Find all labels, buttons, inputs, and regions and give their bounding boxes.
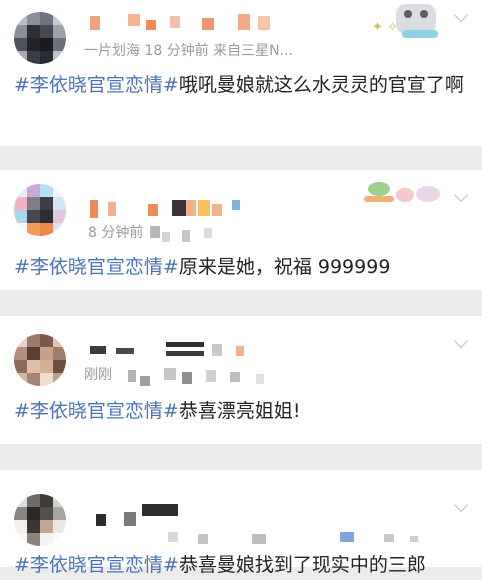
chevron-down-icon[interactable] bbox=[453, 7, 469, 23]
post-card[interactable]: 刚刚 #李依晓官宣恋情#恭喜漂亮姐姐! bbox=[0, 316, 482, 444]
post-text: 原来是她，祝福 999999 bbox=[178, 256, 391, 278]
post-meta: 一片划海 18 分钟前 来自三星N... bbox=[84, 43, 293, 59]
hashtag-link[interactable]: #李依晓官宣恋情# bbox=[14, 256, 179, 278]
post-text: 恭喜曼娘找到了现实中的三郎 bbox=[178, 554, 426, 576]
post-meta: 8 分钟前 bbox=[88, 225, 144, 241]
post-content: #李依晓官宣恋情#恭喜漂亮姐姐! bbox=[14, 396, 468, 426]
post-text: 恭喜漂亮姐姐! bbox=[178, 400, 301, 422]
hashtag-link[interactable]: #李依晓官宣恋情# bbox=[14, 400, 179, 422]
chevron-down-icon[interactable] bbox=[453, 497, 469, 513]
post-content: #李依晓官宣恋情#哦吼曼娘就这么水灵灵的官宣了啊 bbox=[14, 70, 468, 100]
post-card[interactable]: 8 分钟前 #李依晓官宣恋情#原来是她，祝福 999999 bbox=[0, 170, 482, 290]
post-text: 哦吼曼娘就这么水灵灵的官宣了啊 bbox=[178, 74, 464, 96]
chevron-down-icon[interactable] bbox=[453, 333, 469, 349]
avatar[interactable] bbox=[14, 12, 66, 64]
post-meta: 刚刚 bbox=[84, 367, 112, 383]
post-content: #李依晓官宣恋情#恭喜曼娘找到了现实中的三郎 bbox=[14, 550, 468, 580]
avatar[interactable] bbox=[14, 334, 66, 386]
post-card[interactable]: #李依晓官宣恋情#恭喜曼娘找到了现实中的三郎 bbox=[0, 470, 482, 576]
post-content: #李依晓官宣恋情#原来是她，祝福 999999 bbox=[14, 252, 468, 282]
post-card[interactable]: 一片划海 18 分钟前 来自三星N... ✦ ✧ #李依晓官宣恋情#哦吼曼娘就这… bbox=[0, 0, 482, 146]
hashtag-link[interactable]: #李依晓官宣恋情# bbox=[14, 554, 179, 576]
avatar[interactable] bbox=[14, 184, 66, 236]
hashtag-link[interactable]: #李依晓官宣恋情# bbox=[14, 74, 179, 96]
chevron-down-icon[interactable] bbox=[453, 187, 469, 203]
avatar[interactable] bbox=[14, 494, 66, 546]
